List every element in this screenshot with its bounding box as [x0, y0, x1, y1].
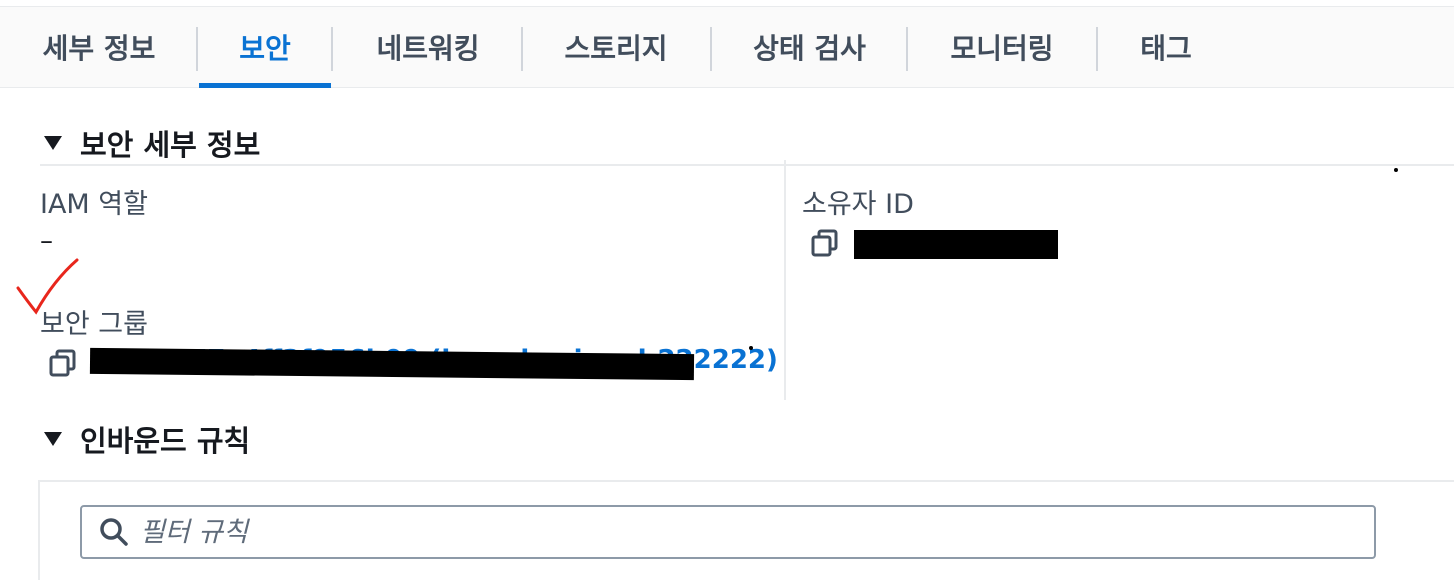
security-details-toggle[interactable]: 보안 세부 정보: [44, 122, 260, 164]
owner-id-redacted: [854, 230, 1058, 259]
tab-separator: [1096, 27, 1098, 71]
tab-storage[interactable]: 스토리지: [543, 7, 689, 87]
tab-separator: [521, 27, 523, 71]
tab-monitoring[interactable]: 모니터링: [928, 7, 1076, 87]
filter-rules-field[interactable]: [80, 505, 1376, 559]
filter-rules-input[interactable]: [140, 510, 1340, 554]
security-details-title: 보안 세부 정보: [80, 128, 261, 162]
inbound-rules-title: 인바운드 규칙: [80, 424, 251, 458]
tab-separator: [710, 27, 712, 71]
instance-details-page: 세부 정보 보안 네트워킹 스토리지 상태 검사 모니터링 태그 보안 세부 정…: [0, 0, 1454, 580]
tab-security[interactable]: 보안: [199, 7, 331, 87]
iam-role-value: –: [40, 226, 53, 256]
active-tab-indicator: [199, 83, 331, 88]
inbound-rules-toggle[interactable]: 인바운드 규칙: [44, 418, 250, 460]
copy-icon[interactable]: [48, 348, 78, 378]
tab-separator: [196, 27, 198, 71]
tab-networking[interactable]: 네트워킹: [356, 7, 500, 87]
tab-status-checks[interactable]: 상태 검사: [732, 7, 887, 87]
tab-separator: [906, 27, 908, 71]
search-icon: [100, 518, 128, 546]
section-divider: [40, 164, 1454, 166]
iam-role-label: IAM 역할: [40, 189, 148, 220]
tab-details[interactable]: 세부 정보: [40, 7, 158, 87]
tab-bar: 세부 정보 보안 네트워킹 스토리지 상태 검사 모니터링 태그: [0, 6, 1454, 88]
security-groups-label: 보안 그룹: [40, 309, 148, 340]
copy-icon[interactable]: [810, 228, 840, 258]
stray-dot: [749, 346, 753, 350]
column-divider: [784, 160, 786, 400]
caret-down-icon: [44, 432, 62, 446]
stray-dot: [1394, 168, 1398, 172]
tab-separator: [331, 27, 333, 71]
redaction-bar: [89, 347, 695, 381]
owner-id-label: 소유자 ID: [802, 189, 914, 220]
tab-tags[interactable]: 태그: [1120, 7, 1212, 87]
caret-down-icon: [44, 136, 62, 150]
